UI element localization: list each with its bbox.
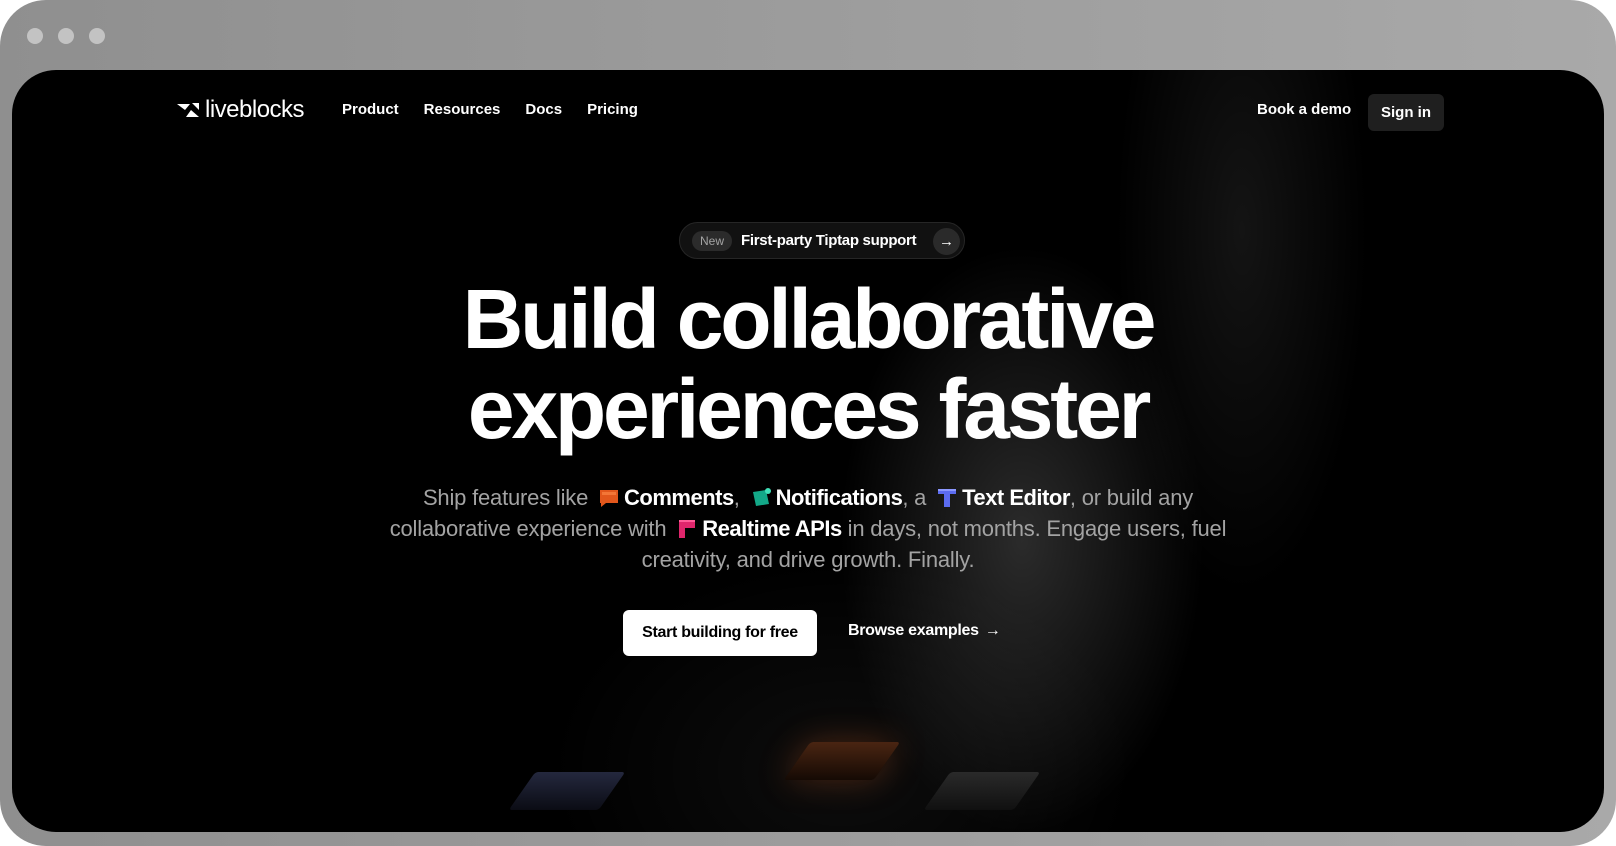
window-controls	[27, 28, 105, 44]
browse-examples-label: Browse examples	[848, 622, 979, 639]
start-building-button[interactable]: Start building for free	[623, 610, 817, 656]
nav-link-docs[interactable]: Docs	[525, 101, 562, 118]
arrow-right-icon: →	[933, 228, 960, 255]
text-editor-icon	[938, 489, 957, 507]
hero-subtitle: Ship features like Comments, Notificatio…	[388, 482, 1228, 575]
arrow-right-icon: →	[984, 622, 1001, 639]
book-demo-link[interactable]: Book a demo	[1257, 101, 1351, 118]
nav-links: Product Resources Docs Pricing	[342, 101, 638, 118]
liveblocks-icon	[177, 103, 199, 117]
notifications-label: Notifications	[775, 485, 903, 510]
sign-in-button[interactable]: Sign in	[1368, 94, 1444, 131]
decorative-tile-orange	[783, 742, 901, 780]
maximize-dot[interactable]	[89, 28, 105, 44]
realtime-apis-label: Realtime APIs	[702, 516, 842, 541]
headline-line-2: experiences faster	[467, 362, 1151, 456]
sub-text-1: Ship features like	[422, 485, 589, 510]
realtime-apis-icon	[679, 520, 696, 538]
nav-link-product[interactable]: Product	[342, 101, 399, 118]
browse-examples-link[interactable]: Browse examples →	[848, 622, 1001, 640]
comments-icon	[600, 490, 619, 507]
sub-text-2: ,	[733, 485, 740, 510]
brand-name: liveblocks	[205, 96, 305, 123]
decorative-tile-gray	[923, 772, 1041, 810]
brand-logo[interactable]: liveblocks	[177, 96, 305, 124]
nav-link-resources[interactable]: Resources	[424, 101, 501, 118]
headline-line-1: Build collaborative	[462, 272, 1157, 366]
nav-link-pricing[interactable]: Pricing	[587, 101, 638, 118]
decorative-tile-blue	[508, 772, 626, 810]
hero-headline: Build collaborative experiences faster	[12, 274, 1604, 454]
top-nav: liveblocks Product Resources Docs Pricin…	[12, 70, 1604, 150]
notifications-icon	[752, 488, 771, 506]
new-badge: New	[692, 230, 733, 251]
sub-text-3: , a	[902, 485, 927, 510]
announcement-pill[interactable]: New First-party Tiptap support →	[679, 222, 965, 259]
minimize-dot[interactable]	[58, 28, 74, 44]
announcement-text: First-party Tiptap support	[741, 232, 917, 249]
page-viewport: liveblocks Product Resources Docs Pricin…	[12, 70, 1604, 832]
close-dot[interactable]	[27, 28, 43, 44]
browser-frame: liveblocks Product Resources Docs Pricin…	[0, 0, 1616, 846]
text-editor-label: Text Editor	[962, 485, 1070, 510]
comments-label: Comments	[624, 485, 734, 510]
